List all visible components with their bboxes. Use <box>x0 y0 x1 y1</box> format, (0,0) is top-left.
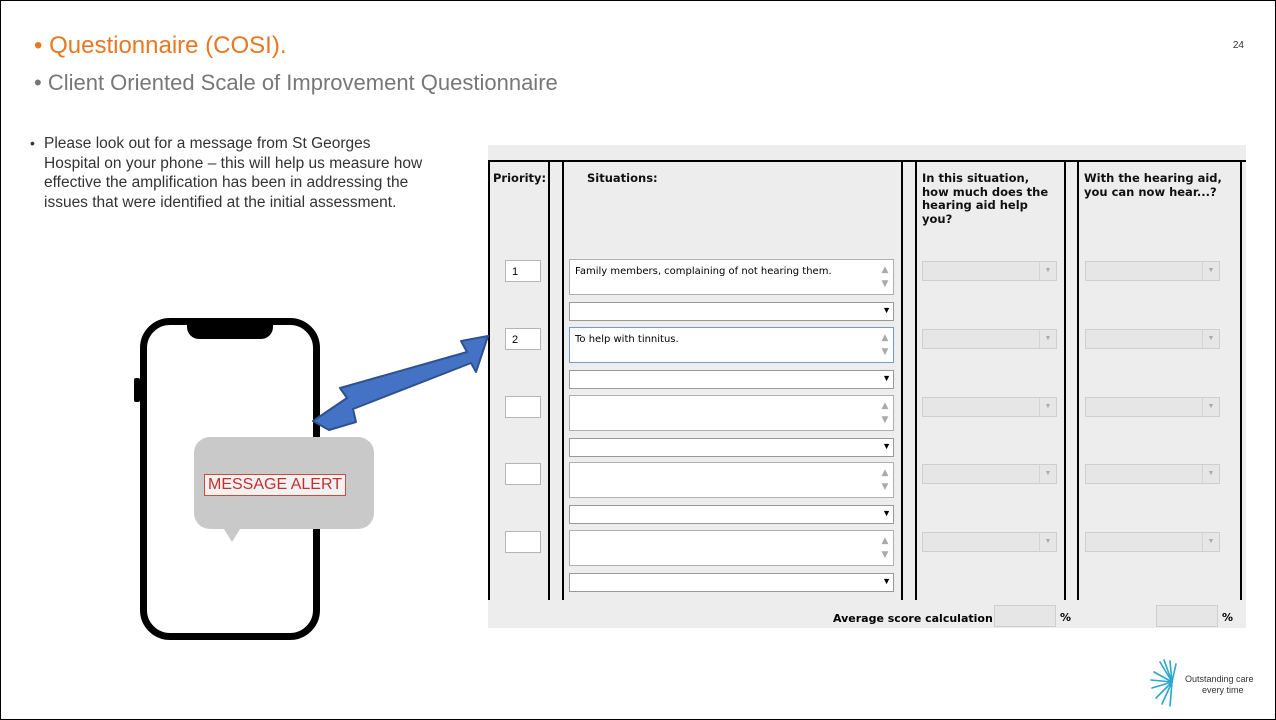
chevron-down-icon: ▼ <box>1039 262 1056 280</box>
phone-side-button <box>314 378 320 414</box>
column-divider <box>562 160 564 600</box>
percent-sign: % <box>1222 611 1234 624</box>
chevron-down-icon: ▼ <box>1202 398 1219 416</box>
column-divider <box>901 160 903 600</box>
form-top-border <box>488 160 1246 162</box>
situation-textarea[interactable]: To help with tinnitus. ▲ ▼ <box>569 327 894 363</box>
situation-text: To help with tinnitus. <box>575 334 679 345</box>
chevron-down-icon: ▼ <box>882 373 891 383</box>
header-hear: With the hearing aid, you can now hear..… <box>1084 171 1222 199</box>
header-situations: Situations: <box>587 171 658 185</box>
situation-textarea[interactable]: Family members, complaining of not heari… <box>569 259 894 295</box>
chevron-down-icon: ▼ <box>882 576 891 586</box>
help-dropdown[interactable]: ▼ <box>922 261 1057 281</box>
column-divider <box>488 160 490 600</box>
situation-textarea[interactable]: ▲ ▼ <box>569 462 894 498</box>
situation-text: Family members, complaining of not heari… <box>575 266 832 277</box>
hear-dropdown[interactable]: ▼ <box>1085 329 1220 349</box>
slide-subtitle: Client Oriented Scale of Improvement Que… <box>34 70 558 96</box>
help-dropdown[interactable]: ▼ <box>922 532 1057 552</box>
phone-side-button <box>134 378 140 402</box>
chevron-down-icon: ▼ <box>1039 330 1056 348</box>
chevron-down-icon: ▼ <box>882 305 891 315</box>
chevron-down-icon: ▼ <box>1202 330 1219 348</box>
scroll-arrows-icon[interactable]: ▲ ▼ <box>879 263 891 291</box>
average-help-field[interactable] <box>994 605 1056 627</box>
page-number: 24 <box>1232 40 1244 51</box>
scroll-arrows-icon[interactable]: ▲ ▼ <box>879 331 891 359</box>
message-bubble-tail <box>222 526 242 542</box>
column-divider <box>1077 160 1079 600</box>
priority-input[interactable]: 2 <box>505 328 541 350</box>
situation-dropdown[interactable]: ▼ <box>569 370 894 389</box>
chevron-down-icon: ▼ <box>1039 398 1056 416</box>
scroll-arrows-icon[interactable]: ▲ ▼ <box>879 534 891 562</box>
average-hear-field[interactable] <box>1156 605 1218 627</box>
hear-dropdown[interactable]: ▼ <box>1085 261 1220 281</box>
bullet-icon: • <box>30 135 35 151</box>
chevron-down-icon: ▼ <box>1202 465 1219 483</box>
priority-input[interactable] <box>505 531 541 553</box>
phone-notch <box>187 323 273 339</box>
scroll-arrows-icon[interactable]: ▲ ▼ <box>879 466 891 494</box>
help-dropdown[interactable]: ▼ <box>922 464 1057 484</box>
hear-dropdown[interactable]: ▼ <box>1085 532 1220 552</box>
logo-text: every time <box>1202 685 1244 695</box>
hear-dropdown[interactable]: ▼ <box>1085 397 1220 417</box>
chevron-down-icon: ▼ <box>882 508 891 518</box>
instruction-text: Please look out for a message from St Ge… <box>44 135 423 211</box>
column-divider <box>548 160 550 600</box>
chevron-down-icon: ▼ <box>882 441 891 451</box>
slide-title: Questionnaire (COSI). <box>34 32 286 60</box>
situation-dropdown[interactable]: ▼ <box>569 438 894 457</box>
chevron-down-icon: ▼ <box>1202 262 1219 280</box>
column-divider <box>1064 160 1066 600</box>
priority-input[interactable]: 1 <box>505 260 541 282</box>
situation-textarea[interactable]: ▲ ▼ <box>569 530 894 566</box>
help-dropdown[interactable]: ▼ <box>922 329 1057 349</box>
situation-dropdown[interactable]: ▼ <box>569 573 894 592</box>
instruction-note: • Please look out for a message from St … <box>30 134 424 212</box>
average-score-label: Average score calculation <box>833 612 993 625</box>
column-divider <box>915 160 917 600</box>
chevron-down-icon: ▼ <box>1039 533 1056 551</box>
scroll-arrows-icon[interactable]: ▲ ▼ <box>879 399 891 427</box>
chevron-down-icon: ▼ <box>1202 533 1219 551</box>
header-priority: Priority: <box>493 171 547 185</box>
priority-input[interactable] <box>505 463 541 485</box>
hear-dropdown[interactable]: ▼ <box>1085 464 1220 484</box>
help-dropdown[interactable]: ▼ <box>922 397 1057 417</box>
situation-dropdown[interactable]: ▼ <box>569 302 894 321</box>
header-help: In this situation, how much does the hea… <box>922 171 1049 226</box>
priority-input[interactable] <box>505 396 541 418</box>
logo-text: Outstanding care <box>1185 674 1254 684</box>
situation-dropdown[interactable]: ▼ <box>569 505 894 524</box>
percent-sign: % <box>1060 611 1072 624</box>
column-divider <box>1240 160 1242 600</box>
chevron-down-icon: ▼ <box>1039 465 1056 483</box>
message-alert: MESSAGE ALERT <box>204 474 346 496</box>
situation-textarea[interactable]: ▲ ▼ <box>569 395 894 431</box>
